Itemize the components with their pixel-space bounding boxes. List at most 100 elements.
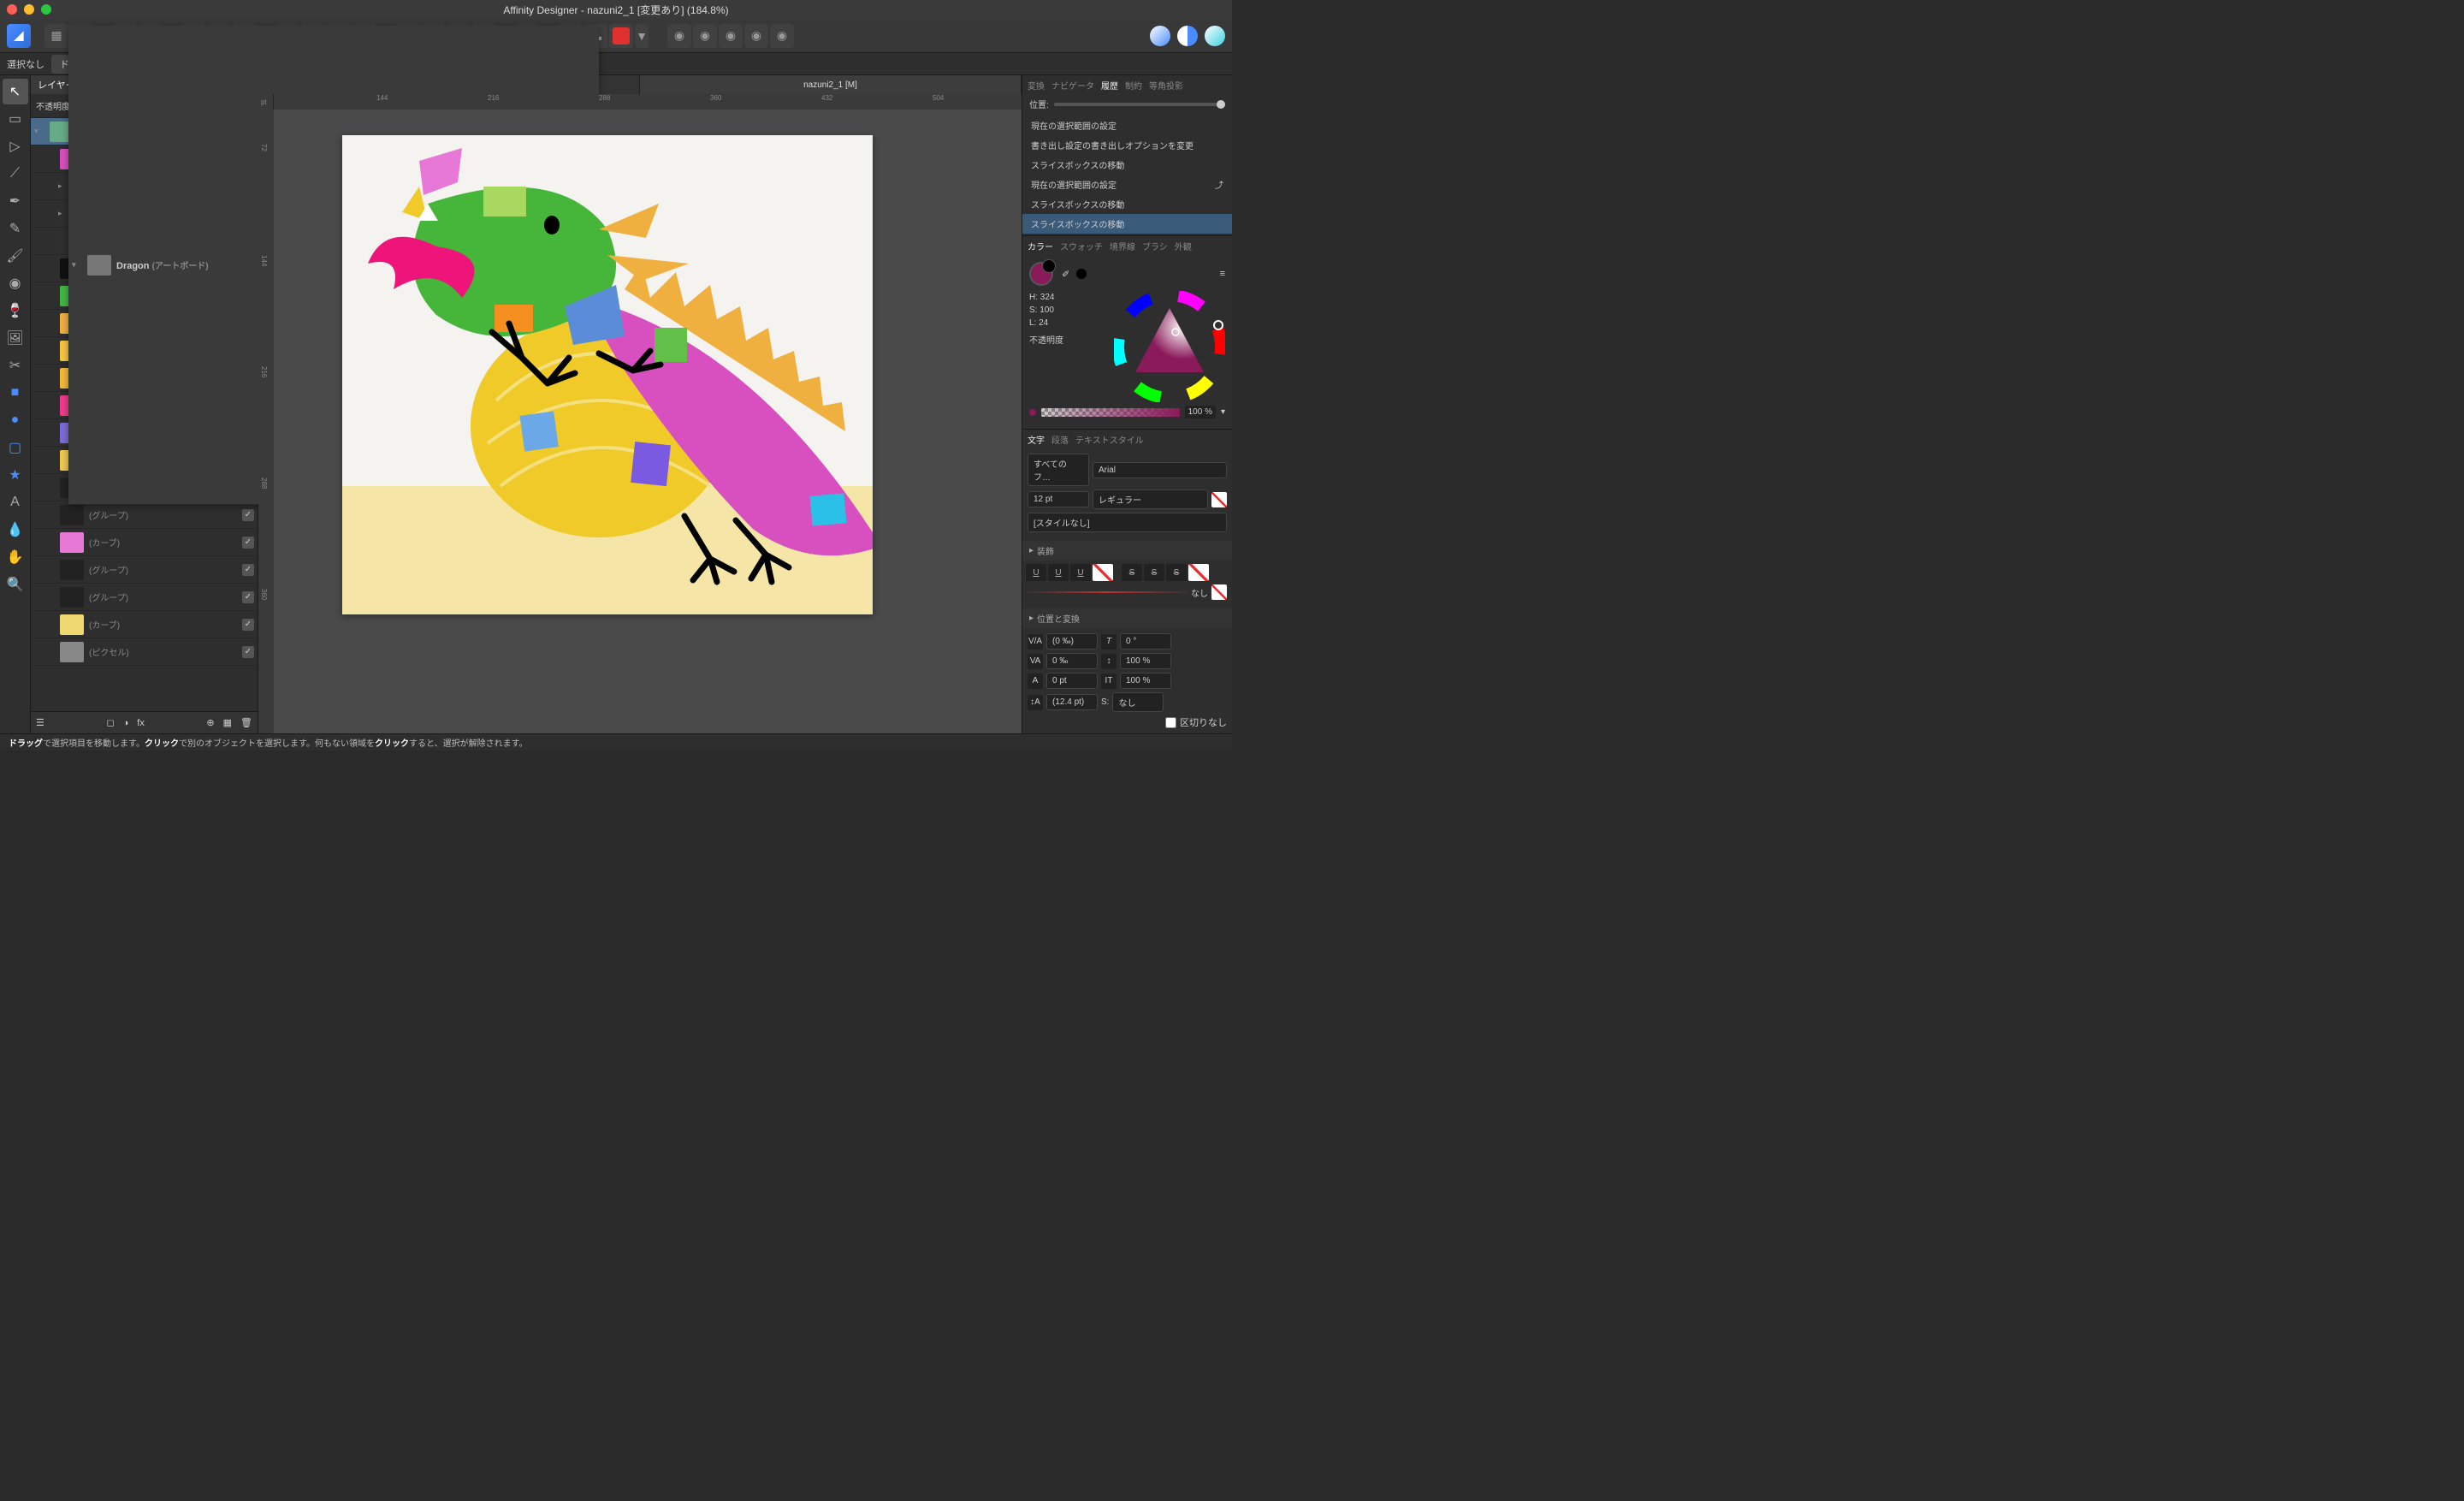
font-collection[interactable]: すべてのフ… [1028,454,1089,486]
tab-paragraph[interactable]: 段落 [1051,433,1069,446]
crop-tool[interactable]: ✂ [3,353,28,378]
add-layer-icon[interactable]: ⊕ [206,717,214,728]
tracking-value[interactable]: (0 ‰) [1046,633,1098,650]
place-image-tool[interactable]: 🖼 [3,325,28,351]
vscale-value[interactable]: 100 % [1120,673,1171,689]
leading-value[interactable]: (12.4 pt) [1046,694,1098,710]
layer-row[interactable]: (カーブ) ✓ [31,529,258,556]
tab-brushes[interactable]: ブラシ [1142,240,1168,252]
bool-div[interactable]: ◉ [770,24,794,48]
position-header[interactable]: ▸ 位置と変換 [1022,608,1232,628]
brush-tool[interactable]: 🖌 [3,243,28,269]
text-color-swatch[interactable] [1211,492,1227,507]
view-mode-1[interactable]: ▦ [44,24,68,48]
strike-2[interactable]: S [1144,564,1164,581]
decoration-header[interactable]: ▸ 装飾 [1022,541,1232,561]
zoom-tool[interactable]: 🔍 [3,572,28,597]
s-value[interactable]: なし [1112,692,1164,712]
rotate-value[interactable]: 0 ° [1120,633,1171,650]
layer-row[interactable]: (グループ) ✓ [31,584,258,611]
bool-sub[interactable]: ◉ [693,24,717,48]
fill-tool[interactable]: ◉ [3,270,28,296]
layers-list[interactable]: ▾ Dragon (アートボード) ✓ ▾ レイヤー18 (レイヤー) ✓ (カ… [31,118,258,711]
tab-navigator[interactable]: ナビゲータ [1051,79,1094,92]
tab-character[interactable]: 文字 [1028,433,1045,446]
ellipse-tool[interactable]: ● [3,407,28,433]
layer-visibility-checkbox[interactable]: ✓ [242,537,254,549]
snap-dropdown[interactable]: ▼ [635,24,649,48]
persona-designer[interactable] [1150,26,1170,46]
color-opacity-slider[interactable] [1041,408,1180,417]
window-minimize[interactable] [24,4,34,15]
layer-row[interactable]: ▾ Dragon (アートボード) ✓ [68,118,258,505]
layer-visibility-checkbox[interactable]: ✓ [242,619,254,631]
tab-text-styles[interactable]: テキストスタイル [1075,433,1144,446]
tab-constraints[interactable]: 制約 [1125,79,1142,92]
eyedropper-tool[interactable]: 💧 [3,517,28,543]
tab-stroke[interactable]: 境界線 [1110,240,1135,252]
color-swatch-recent[interactable] [1076,269,1087,279]
snapping-btn[interactable] [609,24,633,48]
delete-layer-icon[interactable]: 🗑 [240,717,252,728]
underline-1[interactable]: U [1026,564,1046,581]
tab-swatches[interactable]: スウォッチ [1060,240,1103,252]
persona-pixel[interactable] [1177,26,1198,46]
node-tool[interactable]: ▷ [3,133,28,159]
history-item[interactable]: スライスボックスの移動 [1022,194,1232,214]
bool-int[interactable]: ◉ [719,24,743,48]
tab-isometric[interactable]: 等角投影 [1149,79,1183,92]
font-family[interactable]: Arial [1093,462,1227,478]
font-size[interactable]: 12 pt [1028,491,1089,507]
underline-color[interactable] [1093,564,1113,581]
baseline-value[interactable]: 0 pt [1046,673,1098,689]
adjustment-icon[interactable]: ◑ [123,718,129,728]
layer-visibility-checkbox[interactable]: ✓ [242,646,254,658]
color-menu-icon[interactable]: ≡ [1220,269,1225,279]
layer-visibility-checkbox[interactable]: ✓ [242,509,254,521]
bool-add[interactable]: ◉ [667,24,691,48]
strike-1[interactable]: S [1122,564,1142,581]
artboard-tool[interactable]: ▭ [3,106,28,132]
history-item[interactable]: 現在の選択範囲の設定 ⤴ [1022,175,1232,194]
history-slider[interactable] [1054,103,1225,106]
corner-tool[interactable]: ⟋ [3,161,28,187]
separator-checkbox[interactable] [1165,717,1176,728]
layer-expand-icon[interactable]: ▾ [72,260,82,270]
move-tool[interactable]: ↖ [3,79,28,104]
tab-color[interactable]: カラー [1028,240,1053,252]
history-list[interactable]: 現在の選択範囲の設定書き出し設定の書き出しオプションを変更スライスボックスの移動… [1022,114,1232,235]
underline-2[interactable]: U [1048,564,1069,581]
history-item[interactable]: スライスボックスの移動 [1022,214,1232,234]
layer-expand-icon[interactable]: ▾ [34,127,44,136]
layer-expand-icon[interactable]: ▸ [58,209,68,218]
color-opacity-value[interactable]: 100 % [1185,406,1216,418]
layer-row[interactable]: (カーブ) ✓ [31,611,258,638]
font-weight[interactable]: レギュラー [1093,489,1208,509]
mask-icon[interactable]: ◻ [106,717,114,728]
layer-row[interactable]: (ピクセル) ✓ [31,638,258,666]
tab-appearance[interactable]: 外観 [1175,240,1192,252]
layer-visibility-checkbox[interactable]: ✓ [242,591,254,603]
pen-tool[interactable]: ✒ [3,188,28,214]
rounded-rect-tool[interactable]: ▢ [3,435,28,460]
add-pixel-icon[interactable]: ▦ [223,717,232,728]
eyedropper-icon[interactable]: ✐ [1062,269,1069,280]
strike-3[interactable]: S [1166,564,1187,581]
artboard-dragon[interactable] [342,135,873,614]
pencil-tool[interactable]: ✎ [3,216,28,241]
strike-color[interactable] [1188,564,1209,581]
layer-visibility-checkbox[interactable]: ✓ [242,564,254,576]
pan-tool[interactable]: ✋ [3,544,28,570]
underline-3[interactable]: U [1070,564,1091,581]
star-tool[interactable]: ★ [3,462,28,488]
color-wheel[interactable] [1114,291,1225,402]
history-item[interactable]: 現在の選択範囲の設定 [1022,116,1232,135]
persona-export[interactable] [1205,26,1225,46]
layer-row[interactable]: (グループ) ✓ [31,556,258,584]
tab-transform[interactable]: 変換 [1028,79,1045,92]
history-item[interactable]: スライスボックスの移動 [1022,155,1232,175]
hscale-value[interactable]: 100 % [1120,653,1171,669]
window-zoom[interactable] [41,4,51,15]
history-item[interactable]: 書き出し設定の書き出しオプションを変更 [1022,135,1232,155]
rectangle-tool[interactable]: ■ [3,380,28,406]
